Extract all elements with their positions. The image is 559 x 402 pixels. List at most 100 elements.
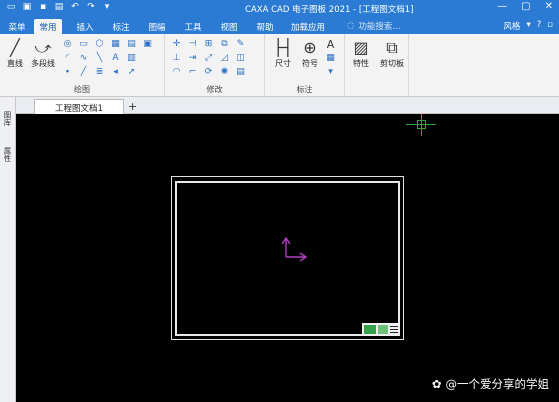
properties-icon: ▨	[353, 38, 369, 57]
polyline-button[interactable]: ⤻ 多段线	[28, 38, 58, 69]
tab-sheet[interactable]: 图幅	[144, 19, 170, 34]
image-icon[interactable]: ▣	[142, 39, 153, 50]
text-icon[interactable]: A	[110, 53, 121, 64]
properties-label: 特性	[353, 59, 369, 68]
list-icon[interactable]: ≣	[94, 67, 105, 78]
point-icon[interactable]: ∙	[62, 67, 73, 78]
undo-icon[interactable]: ↶	[70, 2, 80, 12]
save-icon[interactable]: ▪	[38, 2, 48, 12]
array-icon[interactable]: ⊞	[203, 39, 214, 50]
pointer-icon[interactable]: ➚	[126, 67, 137, 78]
fillet-icon[interactable]: ◠	[171, 67, 182, 78]
add-tab-button[interactable]: +	[128, 100, 137, 113]
drawing-canvas[interactable]: ✿ @一个爱分享的学姐	[16, 114, 559, 402]
lightbulb-icon: ◌	[347, 21, 355, 31]
tab-view[interactable]: 视图	[216, 19, 242, 34]
minimize-button[interactable]: —	[497, 1, 507, 12]
symbol-button[interactable]: ⊕ 符号	[299, 38, 321, 69]
side-tab-library[interactable]: 图库	[2, 111, 13, 126]
break-icon[interactable]: ⌐	[187, 67, 198, 78]
sound-icon[interactable]: ◂	[110, 67, 121, 78]
side-panel: 图库 属性	[0, 97, 16, 402]
tab-tools[interactable]: 工具	[180, 19, 206, 34]
chamfer-icon[interactable]: ◿	[219, 53, 230, 64]
line-icon: ╱	[10, 38, 20, 57]
block-icon[interactable]: ▤	[126, 39, 137, 50]
polygon-icon[interactable]: ⬡	[94, 39, 105, 50]
watermark: ✿ @一个爱分享的学姐	[432, 376, 549, 392]
ribbon-panel: ╱ 直线 ⤻ 多段线 ◎ ▭ ⬡ ▦ ▤ ▣ ◜ ∿ ╲ A ▥ ∙ ╱ ≣ ◂…	[0, 34, 559, 97]
help-icon[interactable]: ?	[537, 20, 542, 32]
chevron-down-icon: ▾	[526, 20, 531, 30]
tab-common[interactable]: 常用	[34, 19, 62, 34]
dimension-label: 尺寸	[275, 59, 291, 68]
tab-annotate[interactable]: 标注	[108, 19, 134, 34]
maximize-button[interactable]: ▢	[521, 1, 530, 12]
align-icon[interactable]: ▤	[235, 67, 246, 78]
modify-tools-row-1: ✛ ⊣ ⊞ ⧉ ✎	[171, 39, 246, 50]
side-tab-properties[interactable]: 属性	[2, 147, 13, 162]
extend-icon[interactable]: ⇥	[187, 53, 198, 64]
modify-group: ✛ ⊣ ⊞ ⧉ ✎ ⊥ ⇥ ⤢ ◿ ◫ ◠ ⌐ ⟳ ✺ ▤ 修改	[165, 34, 265, 97]
eraser-icon[interactable]: ✎	[235, 39, 246, 50]
dimension-button[interactable]: ├┤ 尺寸	[271, 38, 295, 69]
dimension-icon: ├┤	[273, 38, 293, 57]
clipboard-button[interactable]: ⧉ 剪切板	[377, 38, 407, 69]
copy-icon[interactable]: ⧉	[219, 39, 230, 50]
ribbon-tab-bar: 菜单 常用 插入 标注 图幅 工具 视图 帮助 加载应用 ◌ 功能搜索... 风…	[0, 17, 559, 34]
quick-access-toolbar: ▭ ▣ ▪ ▤ ↶ ↷ ▾	[6, 2, 112, 12]
stretch-icon[interactable]: ◫	[235, 53, 246, 64]
text-annotation-icon[interactable]: A	[325, 39, 336, 50]
modify-group-label: 修改	[206, 85, 223, 94]
line-button[interactable]: ╱ 直线	[4, 38, 26, 69]
document-tab[interactable]: 工程图文档1	[34, 99, 124, 114]
modify-tools-row-2: ⊥ ⇥ ⤢ ◿ ◫	[171, 53, 246, 64]
mirror-icon[interactable]: ⊥	[171, 53, 182, 64]
draw-group: ╱ 直线 ⤻ 多段线 ◎ ▭ ⬡ ▦ ▤ ▣ ◜ ∿ ╲ A ▥ ∙ ╱ ≣ ◂…	[0, 34, 165, 97]
draw-tools-row-3: ∙ ╱ ≣ ◂ ➚	[62, 67, 137, 78]
clipboard-label: 剪切板	[380, 59, 404, 68]
spline-icon[interactable]: ∿	[78, 53, 89, 64]
trim-icon[interactable]: ⊣	[187, 39, 198, 50]
customize-qat-icon[interactable]: ▾	[102, 2, 112, 12]
explode-icon[interactable]: ✺	[219, 67, 230, 78]
tab-help[interactable]: 帮助	[252, 19, 278, 34]
style-switcher[interactable]: 风格 ▾ ? ▫	[503, 20, 553, 32]
close-button[interactable]: ✕	[545, 1, 553, 12]
coordinate-axis-icon	[281, 236, 308, 262]
offset-icon[interactable]: ╱	[78, 67, 89, 78]
tab-menu[interactable]: 菜单	[4, 19, 30, 34]
clipboard-icon: ⧉	[386, 38, 398, 57]
annotate-group: ├┤ 尺寸 ⊕ 符号 A ▦ ▾ 标注	[265, 34, 345, 97]
arc-icon[interactable]: ◜	[62, 53, 73, 64]
leader-icon[interactable]: ▾	[325, 67, 336, 78]
tab-addons[interactable]: 加载应用	[287, 19, 329, 34]
centerline-icon[interactable]: ╲	[94, 53, 105, 64]
new-file-icon[interactable]: ▭	[6, 2, 16, 12]
redo-icon[interactable]: ↷	[86, 2, 96, 12]
window-title: CAXA CAD 电子图板 2021 - [工程图文档1]	[245, 5, 414, 15]
table-annotation-icon[interactable]: ▦	[325, 53, 336, 64]
restore-ribbon-icon[interactable]: ▫	[547, 20, 553, 32]
move-icon[interactable]: ✛	[171, 39, 182, 50]
rotate-icon[interactable]: ⟳	[203, 67, 214, 78]
watermark-text: @一个爱分享的学姐	[445, 377, 550, 391]
tab-insert[interactable]: 插入	[72, 19, 98, 34]
function-search[interactable]: ◌ 功能搜索...	[347, 20, 401, 32]
annotate-group-label: 标注	[296, 85, 313, 94]
rectangle-icon[interactable]: ▭	[78, 39, 89, 50]
title-bar: ▭ ▣ ▪ ▤ ↶ ↷ ▾ CAXA CAD 电子图板 2021 - [工程图文…	[0, 0, 559, 17]
line-label: 直线	[7, 59, 23, 68]
polyline-icon: ⤻	[34, 38, 52, 57]
table-icon[interactable]: ▥	[126, 53, 137, 64]
search-placeholder: 功能搜索...	[358, 22, 401, 32]
properties-button[interactable]: ▨ 特性	[349, 38, 373, 69]
properties-clipboard-group: ▨ 特性 ⧉ 剪切板	[345, 34, 409, 97]
print-icon[interactable]: ▤	[54, 2, 64, 12]
hatch-icon[interactable]: ▦	[110, 39, 121, 50]
watermark-logo-icon: ✿	[431, 377, 442, 391]
draw-tools-row-1: ◎ ▭ ⬡ ▦ ▤ ▣	[62, 39, 153, 50]
open-file-icon[interactable]: ▣	[22, 2, 32, 12]
circle-icon[interactable]: ◎	[62, 39, 73, 50]
scale-icon[interactable]: ⤢	[203, 53, 214, 64]
